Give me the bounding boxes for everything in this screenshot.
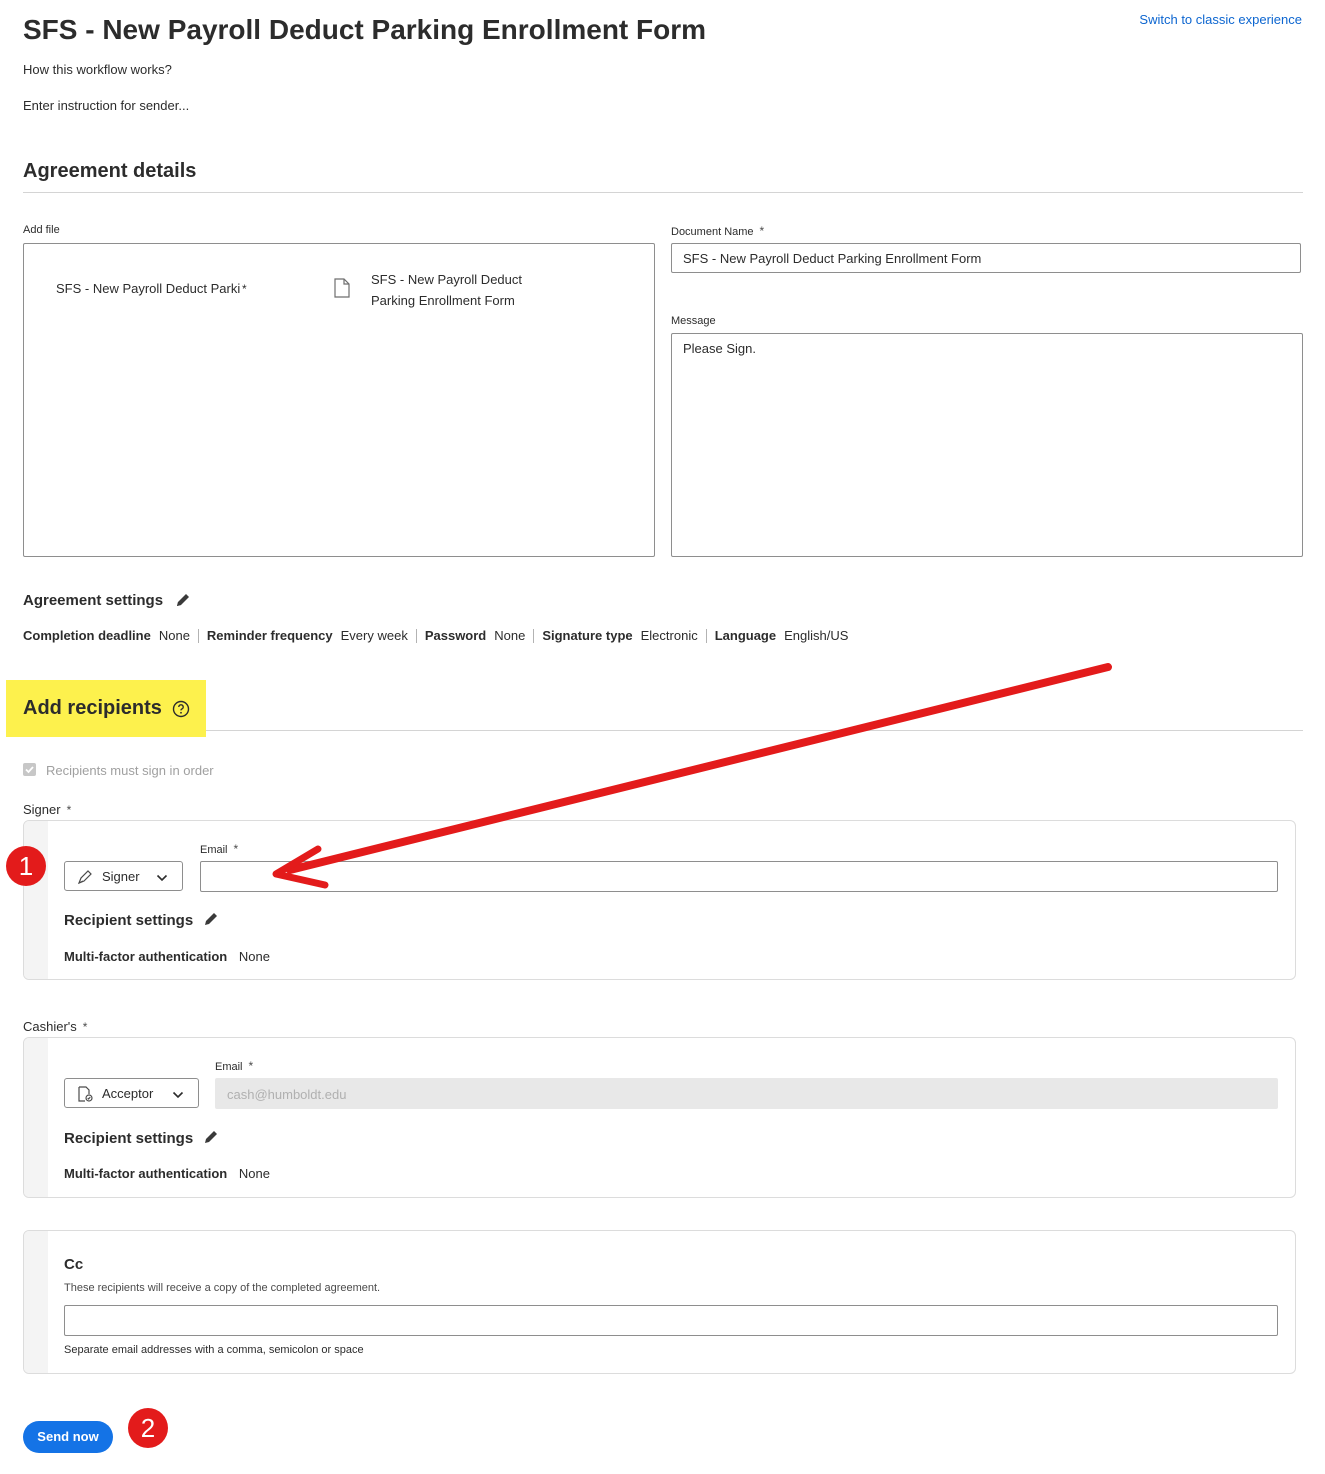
cashier-recipient-card: Acceptor Email * cash@humboldt.edu Recipi… [23, 1037, 1296, 1198]
cc-description: These recipients will receive a copy of … [64, 1282, 381, 1294]
chevron-down-icon [156, 871, 168, 886]
mfa-key: Multi-factor authentication [64, 949, 228, 964]
signer-email-label-text: Email [200, 844, 228, 856]
add-recipients-title: Add recipients [23, 697, 162, 719]
step-badge-2: 2 [128, 1408, 168, 1448]
cashier-email-label: Email * [215, 1059, 253, 1073]
document-icon [334, 278, 350, 303]
setting-key-signature-type: Signature type [542, 628, 633, 643]
page-title: SFS - New Payroll Deduct Parking Enrollm… [23, 14, 707, 45]
required-asterisk: * [233, 842, 239, 856]
cashier-role-label: Cashier's * [23, 1019, 87, 1034]
cashier-email-label-text: Email [215, 1061, 243, 1073]
setting-value-language: English/US [784, 628, 849, 643]
cashier-role-value: Acceptor [102, 1086, 154, 1101]
setting-separator [533, 628, 535, 643]
message-value: Please Sign. [683, 341, 756, 356]
sign-in-order-label: Recipients must sign in order [46, 763, 214, 778]
agreement-settings-summary: Completion deadline None Reminder freque… [23, 628, 856, 643]
card-stripe [24, 821, 48, 979]
card-stripe [24, 1038, 48, 1197]
required-asterisk: * [242, 282, 247, 296]
mfa-key: Multi-factor authentication [64, 1166, 228, 1181]
chevron-down-icon [172, 1088, 184, 1103]
cashier-recipient-settings-title: Recipient settings [64, 1130, 194, 1147]
cashier-email-input: cash@humboldt.edu [215, 1078, 1278, 1109]
edit-recipient-pencil-icon[interactable] [202, 1128, 220, 1151]
setting-value-reminder-frequency: Every week [340, 628, 408, 643]
required-asterisk: * [66, 803, 72, 817]
section-divider [23, 192, 1303, 193]
message-label: Message [671, 315, 716, 327]
cashier-role-dropdown[interactable]: Acceptor [64, 1078, 199, 1108]
document-check-icon [77, 1086, 93, 1105]
document-name-input[interactable]: SFS - New Payroll Deduct Parking Enrollm… [671, 243, 1301, 273]
switch-classic-link[interactable]: Switch to classic experience [1139, 12, 1302, 27]
pen-icon [77, 869, 93, 888]
setting-key-reminder-frequency: Reminder frequency [206, 628, 333, 643]
signer-recipient-card: Signer Email * Recipient settings Multi-f… [23, 820, 1296, 980]
setting-value-password: None [494, 628, 526, 643]
setting-key-completion-deadline: Completion deadline [23, 628, 151, 643]
document-name-value: SFS - New Payroll Deduct Parking Enrollm… [683, 251, 982, 266]
message-textarea[interactable]: Please Sign. [671, 333, 1303, 557]
cc-hint: Separate email addresses with a comma, s… [64, 1344, 364, 1356]
document-name-label: Document Name * [671, 224, 764, 238]
required-asterisk: * [248, 1059, 254, 1073]
setting-separator [415, 628, 417, 643]
help-icon[interactable] [172, 700, 190, 723]
setting-key-password: Password [424, 628, 487, 643]
setting-key-language: Language [714, 628, 777, 643]
cc-card: Cc These recipients will receive a copy … [23, 1230, 1296, 1374]
signer-role-dropdown[interactable]: Signer [64, 861, 183, 891]
setting-separator [197, 628, 199, 643]
signer-mfa: Multi-factor authentication None [64, 949, 270, 964]
agreement-details-title: Agreement details [23, 160, 197, 182]
signer-role-label-text: Signer [23, 802, 61, 817]
agreement-settings-title: Agreement settings [23, 592, 164, 609]
attached-file-name[interactable]: SFS - New Payroll Deduct Parking Enrollm… [371, 269, 546, 311]
mfa-value: None [238, 949, 270, 964]
send-now-button[interactable]: Send now [23, 1421, 113, 1453]
document-name-label-text: Document Name [671, 226, 754, 238]
required-asterisk: * [759, 224, 765, 238]
step-badge-1: 1 [6, 846, 46, 886]
sign-in-order-checkbox[interactable] [23, 763, 36, 776]
signer-email-label: Email * [200, 842, 238, 856]
sender-instruction: Enter instruction for sender... [23, 98, 190, 113]
how-workflow-works-link[interactable]: How this workflow works? [23, 62, 172, 77]
add-file-box[interactable]: SFS - New Payroll Deduct Parking * SFS -… [23, 243, 655, 557]
card-stripe [24, 1231, 48, 1373]
section-divider [206, 730, 1303, 731]
edit-recipient-pencil-icon[interactable] [202, 910, 220, 933]
required-asterisk: * [82, 1020, 88, 1034]
mfa-value: None [238, 1166, 270, 1181]
setting-value-signature-type: Electronic [640, 628, 698, 643]
signer-email-input[interactable] [200, 861, 1278, 892]
cc-title: Cc [64, 1256, 84, 1273]
cc-email-input[interactable] [64, 1305, 1278, 1336]
edit-settings-pencil-icon[interactable] [174, 591, 192, 614]
signer-role-value: Signer [102, 869, 140, 884]
file-slot-name: SFS - New Payroll Deduct Parking [56, 281, 241, 296]
add-file-label: Add file [23, 224, 60, 236]
signer-recipient-settings-title: Recipient settings [64, 912, 194, 929]
signer-role-label: Signer * [23, 802, 71, 817]
setting-separator [705, 628, 707, 643]
setting-value-completion-deadline: None [158, 628, 190, 643]
cashier-mfa: Multi-factor authentication None [64, 1166, 270, 1181]
cashier-email-value: cash@humboldt.edu [227, 1087, 347, 1102]
cashier-role-label-text: Cashier's [23, 1019, 77, 1034]
